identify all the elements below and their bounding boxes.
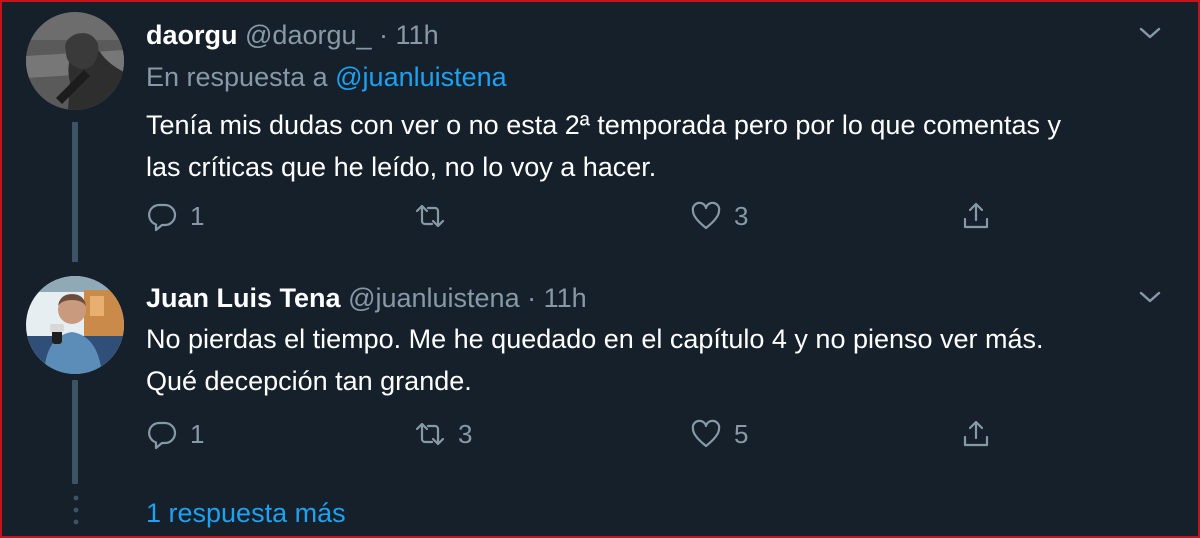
retweet-count: 3: [458, 418, 473, 449]
reply-context: En respuesta a @juanluistena: [146, 60, 507, 94]
reply-prefix: En respuesta a: [146, 62, 328, 92]
separator: ·: [379, 20, 389, 50]
handle[interactable]: @daorgu_: [245, 20, 372, 50]
reply-count: 1: [190, 200, 205, 231]
reply-icon: [146, 418, 178, 450]
share-button[interactable]: [960, 196, 992, 236]
display-name[interactable]: Juan Luis Tena: [146, 283, 341, 313]
timestamp[interactable]: 11h: [396, 20, 439, 50]
action-bar: 1 3: [0, 196, 1200, 236]
tweet-header: Juan Luis Tena @juanluistena · 11h: [146, 281, 587, 315]
share-icon: [960, 200, 992, 232]
display-name[interactable]: daorgu: [146, 20, 238, 50]
tweet-text-line: las críticas que he leído, no lo voy a h…: [146, 152, 657, 182]
like-count: 5: [734, 418, 749, 449]
reply-count: 1: [190, 418, 205, 449]
tweet-text-line: Tenía mis dudas con ver o no esta 2ª tem…: [146, 110, 1062, 140]
separator: ·: [527, 283, 537, 313]
share-button[interactable]: [960, 414, 992, 454]
like-button[interactable]: 5: [690, 414, 748, 454]
tweet-text: No pierdas el tiempo. Me he quedado en e…: [146, 318, 1176, 402]
like-count: 3: [734, 200, 749, 231]
retweet-icon: [414, 200, 446, 232]
handle[interactable]: @juanluistena: [348, 283, 520, 313]
reply-handle-link[interactable]: @juanluistena: [335, 62, 507, 92]
retweet-button[interactable]: 3: [414, 414, 472, 454]
retweet-button[interactable]: [414, 196, 458, 236]
retweet-icon: [414, 418, 446, 450]
tweet-text-line: No pierdas el tiempo. Me he quedado en e…: [146, 324, 1044, 354]
tweet[interactable]: daorgu @daorgu_ · 11h En respuesta a @ju…: [0, 0, 1200, 262]
action-bar: 1 3 5: [0, 414, 1200, 454]
thread-line: [72, 122, 78, 262]
avatar[interactable]: [26, 12, 124, 110]
reply-icon: [146, 200, 178, 232]
heart-icon: [690, 418, 722, 450]
like-button[interactable]: 3: [690, 196, 748, 236]
timestamp[interactable]: 11h: [544, 283, 587, 313]
tweet[interactable]: Juan Luis Tena @juanluistena · 11h No pi…: [0, 262, 1200, 484]
share-icon: [960, 418, 992, 450]
chevron-down-icon[interactable]: [1136, 22, 1164, 44]
tweet-text: Tenía mis dudas con ver o no esta 2ª tem…: [146, 104, 1176, 188]
avatar[interactable]: [26, 276, 124, 374]
reply-button[interactable]: 1: [146, 414, 204, 454]
heart-icon: [690, 200, 722, 232]
chevron-down-icon[interactable]: [1136, 286, 1164, 308]
thread-dots: [73, 494, 79, 530]
tweet-text-line: Qué decepción tan grande.: [146, 366, 472, 396]
tweet-header: daorgu @daorgu_ · 11h: [146, 18, 439, 52]
reply-button[interactable]: 1: [146, 196, 204, 236]
show-more-replies-link[interactable]: 1 respuesta más: [146, 496, 346, 530]
